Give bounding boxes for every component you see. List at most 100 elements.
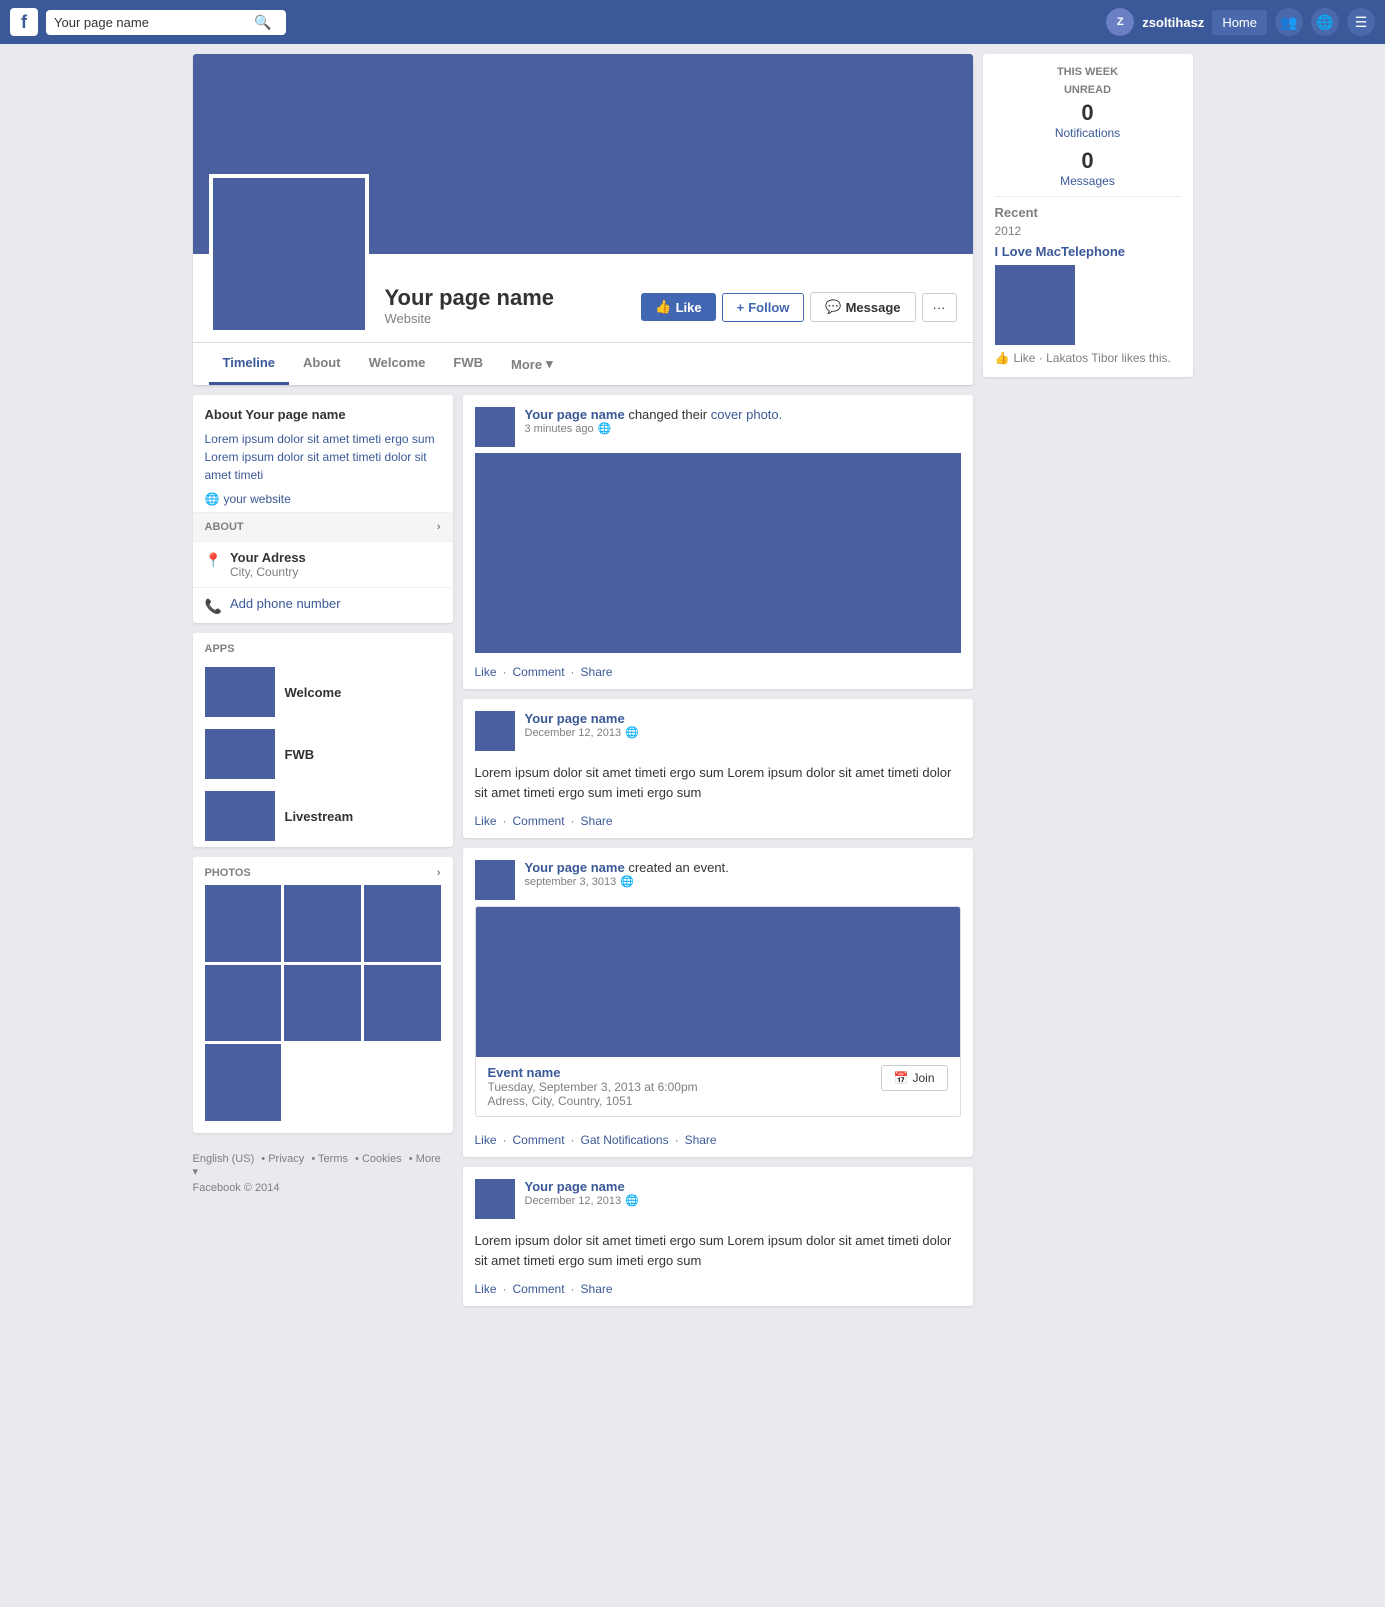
post-3-meta: Your page name created an event. septemb… bbox=[525, 860, 961, 888]
post-2-like[interactable]: Like bbox=[475, 814, 497, 828]
page-title: Your page name bbox=[385, 285, 642, 311]
event-cover-image bbox=[476, 907, 960, 1057]
search-input[interactable] bbox=[54, 15, 254, 30]
photo-6[interactable] bbox=[364, 965, 441, 1042]
follow-button[interactable]: + Follow bbox=[722, 293, 805, 322]
tab-about[interactable]: About bbox=[289, 343, 355, 385]
message-count: 0 bbox=[995, 148, 1181, 174]
messages-link[interactable]: Messages bbox=[995, 174, 1181, 188]
chevron-right-icon: › bbox=[437, 521, 441, 533]
post-3-like[interactable]: Like bbox=[475, 1133, 497, 1147]
post-1: Your page name changed their cover photo… bbox=[463, 395, 973, 689]
footer-cookies[interactable]: Cookies bbox=[362, 1153, 402, 1165]
address-name: Your Adress bbox=[230, 550, 306, 565]
chevron-down-icon: ▾ bbox=[546, 356, 553, 372]
page-nav-tabs: Timeline About Welcome FWB More ▾ bbox=[193, 342, 973, 385]
event-box: Event name Tuesday, September 3, 2013 at… bbox=[475, 906, 961, 1117]
footer-copyright: Facebook © 2014 bbox=[193, 1182, 453, 1194]
globe-small-icon: 🌐 bbox=[205, 492, 220, 506]
about-heading: About Your page name bbox=[205, 407, 441, 422]
website-url[interactable]: your website bbox=[223, 492, 290, 506]
profile-info: Your page name Website bbox=[385, 285, 642, 334]
post-4: Your page name December 12, 2013 🌐 Lorem… bbox=[463, 1167, 973, 1306]
post-2-share[interactable]: Share bbox=[581, 814, 613, 828]
more-button[interactable]: ··· bbox=[922, 293, 957, 322]
post-1-comment[interactable]: Comment bbox=[513, 665, 565, 679]
top-navigation: f 🔍 Z zsoltihasz Home 👥 🌐 ☰ bbox=[0, 0, 1385, 44]
post-1-page-name[interactable]: Your page name bbox=[525, 407, 625, 422]
event-name[interactable]: Event name bbox=[488, 1065, 698, 1080]
photo-4[interactable] bbox=[205, 965, 282, 1042]
post-2-time: December 12, 2013 🌐 bbox=[525, 726, 961, 739]
post-2-header: Your page name December 12, 2013 🌐 bbox=[463, 699, 973, 757]
post-1-link[interactable]: cover photo. bbox=[711, 407, 783, 422]
photo-5[interactable] bbox=[284, 965, 361, 1042]
friends-icon[interactable]: 👥 bbox=[1275, 8, 1303, 36]
post-1-like[interactable]: Like bbox=[475, 665, 497, 679]
add-phone-link[interactable]: Add phone number bbox=[230, 596, 341, 611]
photos-grid bbox=[193, 885, 453, 1133]
footer-privacy[interactable]: Privacy bbox=[268, 1153, 304, 1165]
post-3-avatar[interactable] bbox=[475, 860, 515, 900]
unread-label: UNREAD bbox=[995, 84, 1181, 96]
photo-1[interactable] bbox=[205, 885, 282, 962]
recent-label: Recent bbox=[995, 205, 1181, 220]
recent-page-name[interactable]: I Love MacTelephone bbox=[995, 244, 1181, 259]
post-1-avatar[interactable] bbox=[475, 407, 515, 447]
photo-3[interactable] bbox=[364, 885, 441, 962]
address-item: 📍 Your Adress City, Country bbox=[193, 541, 453, 587]
post-4-comment[interactable]: Comment bbox=[513, 1282, 565, 1296]
post-4-meta: Your page name December 12, 2013 🌐 bbox=[525, 1179, 961, 1207]
post-4-like[interactable]: Like bbox=[475, 1282, 497, 1296]
message-button[interactable]: 💬 Message bbox=[810, 292, 915, 322]
post-2-avatar[interactable] bbox=[475, 711, 515, 751]
search-icon: 🔍 bbox=[254, 14, 271, 31]
recent-page-thumbnail[interactable] bbox=[995, 265, 1075, 345]
post-3-byline: Your page name created an event. bbox=[525, 860, 961, 875]
post-4-share[interactable]: Share bbox=[581, 1282, 613, 1296]
footer-english[interactable]: English (US) bbox=[193, 1153, 255, 1165]
event-address: Adress, City, Country, 1051 bbox=[488, 1094, 698, 1108]
photo-7[interactable] bbox=[205, 1044, 282, 1121]
globe-tiny-icon: 🌐 bbox=[598, 422, 612, 435]
app-thumb-livestream bbox=[205, 791, 275, 841]
post-3-comment[interactable]: Comment bbox=[513, 1133, 565, 1147]
post-4-page-name[interactable]: Your page name bbox=[525, 1179, 625, 1194]
notifications-link[interactable]: Notifications bbox=[995, 126, 1181, 140]
globe-tiny-icon-4: 🌐 bbox=[625, 1194, 639, 1207]
like-button[interactable]: 👍 Like bbox=[641, 293, 715, 321]
post-1-actions: Like · Comment · Share bbox=[463, 659, 973, 689]
tab-timeline[interactable]: Timeline bbox=[209, 343, 290, 385]
app-item-livestream[interactable]: Livestream bbox=[193, 785, 453, 847]
post-3-page-name[interactable]: Your page name bbox=[525, 860, 625, 875]
tab-welcome[interactable]: Welcome bbox=[355, 343, 440, 385]
footer-terms[interactable]: Terms bbox=[318, 1153, 348, 1165]
tab-more[interactable]: More ▾ bbox=[497, 344, 567, 384]
cover-section: Your page name Website 👍 Like + Follow 💬… bbox=[193, 54, 973, 385]
profile-picture bbox=[209, 174, 369, 334]
content-area: About Your page name Lorem ipsum dolor s… bbox=[193, 395, 973, 1316]
user-avatar[interactable]: Z bbox=[1106, 8, 1134, 36]
footer-more[interactable]: More bbox=[416, 1153, 441, 1165]
right-column: THIS WEEK UNREAD 0 Notifications 0 Messa… bbox=[983, 54, 1193, 1316]
recent-section: Recent 2012 I Love MacTelephone 👍 Like ·… bbox=[995, 205, 1181, 365]
join-button[interactable]: 📅 Join bbox=[881, 1065, 948, 1091]
event-info: Event name Tuesday, September 3, 2013 at… bbox=[476, 1057, 960, 1116]
tab-fwb[interactable]: FWB bbox=[439, 343, 497, 385]
home-button[interactable]: Home bbox=[1212, 10, 1267, 35]
post-1-share[interactable]: Share bbox=[581, 665, 613, 679]
search-bar[interactable]: 🔍 bbox=[46, 10, 286, 35]
app-item-welcome[interactable]: Welcome bbox=[193, 661, 453, 723]
post-3-get-notifications[interactable]: Gat Notifications bbox=[581, 1133, 669, 1147]
photo-2[interactable] bbox=[284, 885, 361, 962]
menu-icon[interactable]: ☰ bbox=[1347, 8, 1375, 36]
post-2-comment[interactable]: Comment bbox=[513, 814, 565, 828]
post-3-share[interactable]: Share bbox=[685, 1133, 717, 1147]
globe-icon[interactable]: 🌐 bbox=[1311, 8, 1339, 36]
recent-year: 2012 bbox=[995, 224, 1181, 238]
page-footer: English (US) • Privacy • Terms • Cookies… bbox=[193, 1143, 453, 1204]
app-item-fwb[interactable]: FWB bbox=[193, 723, 453, 785]
post-4-avatar[interactable] bbox=[475, 1179, 515, 1219]
post-2-page-name[interactable]: Your page name bbox=[525, 711, 625, 726]
website-link[interactable]: 🌐 your website bbox=[205, 492, 441, 506]
